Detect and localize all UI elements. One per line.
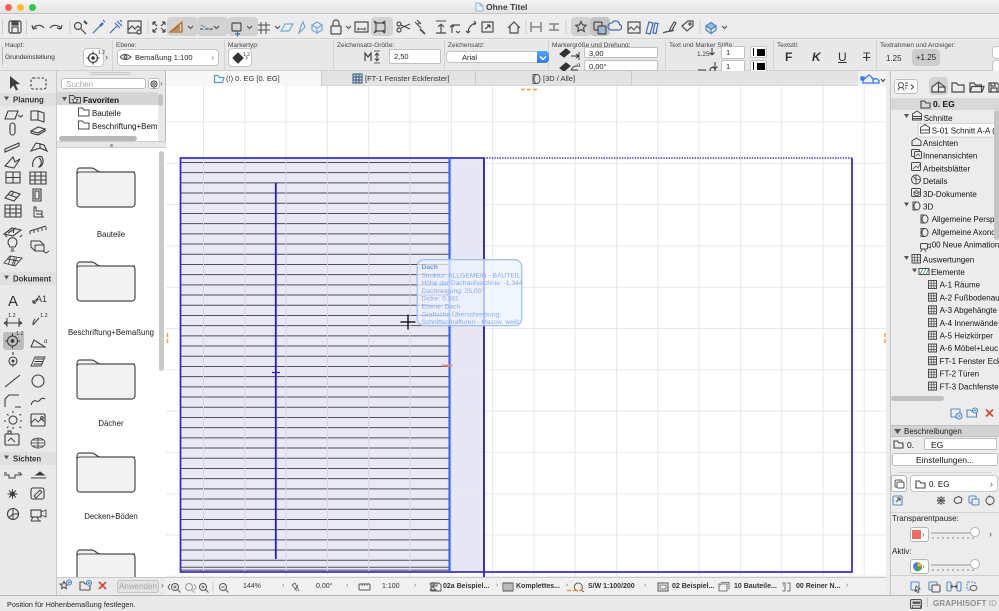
svg-text:A-1 Räume: A-1 Räume bbox=[940, 281, 981, 290]
svg-text:Höhe der Dachaufsetzlinie: -1,: Höhe der Dachaufsetzlinie: -1,344 bbox=[422, 280, 523, 287]
svg-text:Struktur: ALLGEMEIN - BAUTEIL: Struktur: ALLGEMEIN - BAUTEIL bbox=[422, 272, 521, 279]
svg-text:Dach: Dach bbox=[422, 264, 438, 271]
svg-text:FT-1 Fenster Eck: FT-1 Fenster Eck bbox=[940, 357, 999, 366]
svg-text:A-5 Heizkörper: A-5 Heizkörper bbox=[940, 332, 994, 341]
svg-text:Auswertungen: Auswertungen bbox=[923, 255, 974, 264]
svg-text:1.2: 1.2 bbox=[8, 313, 16, 319]
svg-text:Allgemeine Perspel: Allgemeine Perspel bbox=[932, 215, 999, 224]
svg-text:3D: 3D bbox=[923, 203, 933, 212]
svg-text:A-2 Fußbodenau: A-2 Fußbodenau bbox=[940, 293, 999, 302]
svg-text:Allgemeine Axonon: Allgemeine Axonon bbox=[932, 228, 999, 237]
svg-text:FT-3 Dachfenste: FT-3 Dachfenste bbox=[940, 382, 999, 391]
svg-text:Innenansichten: Innenansichten bbox=[923, 152, 977, 161]
svg-text:Schnitte: Schnitte bbox=[924, 114, 953, 123]
svg-text:Sichten: Sichten bbox=[13, 455, 41, 464]
svg-text:Details: Details bbox=[923, 177, 947, 186]
svg-text:Ebene: Dach: Ebene: Dach bbox=[422, 304, 461, 311]
svg-text:A-4 Innenwände: A-4 Innenwände bbox=[940, 319, 999, 328]
svg-text:FT-2 Türen: FT-2 Türen bbox=[940, 370, 979, 379]
svg-text:00 Neue Animation: 00 Neue Animation bbox=[932, 241, 999, 250]
svg-text:Ansichten: Ansichten bbox=[923, 139, 958, 148]
svg-text:Planung: Planung bbox=[13, 96, 44, 105]
svg-text:1.2: 1.2 bbox=[16, 331, 24, 337]
svg-text:Dokument: Dokument bbox=[13, 275, 52, 284]
svg-text:Elemente: Elemente bbox=[931, 268, 965, 277]
svg-text:1.2: 1.2 bbox=[98, 50, 105, 56]
svg-text:Schnittschraffuren - Massiv, w: Schnittschraffuren - Massiv, weiß bbox=[422, 319, 520, 326]
svg-text:A: A bbox=[8, 293, 18, 310]
svg-text:Beschriftung+Bemaß: Beschriftung+Bemaß bbox=[92, 122, 158, 131]
svg-text:3D-Dokumente: 3D-Dokumente bbox=[923, 190, 977, 199]
svg-text:Favoriten: Favoriten bbox=[83, 96, 119, 105]
svg-text:Dicke: 0,381: Dicke: 0,381 bbox=[422, 296, 459, 303]
svg-text:α: α bbox=[44, 339, 48, 345]
svg-text:Arbeitsblätter: Arbeitsblätter bbox=[923, 164, 970, 173]
svg-text:Grafische Überschreibung:: Grafische Überschreibung: bbox=[422, 310, 502, 318]
svg-text:A-6 Möbel+Leuc: A-6 Möbel+Leuc bbox=[940, 344, 998, 353]
svg-text:Bauteile: Bauteile bbox=[92, 109, 121, 118]
svg-text:α: α bbox=[577, 63, 581, 69]
svg-text:1.25: 1.25 bbox=[697, 51, 710, 58]
svg-text:S-01 Schnitt A-A (U: S-01 Schnitt A-A (U bbox=[932, 127, 999, 136]
svg-text:A-3 Abgehängte: A-3 Abgehängte bbox=[940, 306, 998, 315]
svg-text:1.2: 1.2 bbox=[40, 313, 48, 319]
svg-text:1.2: 1.2 bbox=[243, 52, 250, 58]
svg-text:Dachneigung: 25,00°: Dachneigung: 25,00° bbox=[422, 287, 485, 295]
